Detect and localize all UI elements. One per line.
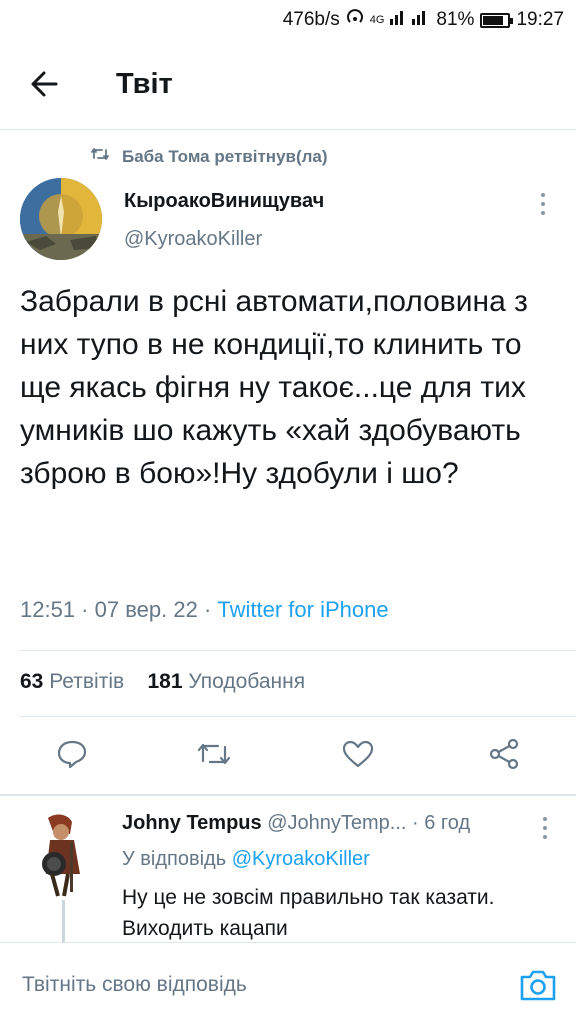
reply-compose-bar: Твітніть свою відповідь [0,942,576,1024]
like-heart-icon[interactable] [338,732,378,776]
network-type: 4G [369,14,385,26]
author-handle[interactable]: @KyroakoKiller [124,228,262,251]
author-avatar[interactable] [20,178,102,260]
battery-icon [480,12,514,28]
likes-label: Уподобання [188,670,306,693]
likes-stat[interactable]: 181 Уподобання [148,670,306,693]
tweet-meta: 12:51 · 07 вер. 22 · Twitter for iPhone [20,597,389,622]
battery-percent: 81% [436,9,475,30]
retweets-stat[interactable]: 63 Ретвітів [20,670,124,693]
reply-icon[interactable] [52,732,92,776]
reply-avatar[interactable] [34,812,94,898]
tweet-time: 12:51 [20,597,76,622]
page-title: Твіт [116,68,173,100]
more-options-icon[interactable] [536,190,550,218]
share-icon[interactable] [484,732,524,776]
hotspot-icon [346,8,364,32]
tweet-date: 07 вер. 22 [94,597,198,622]
tweet-source[interactable]: Twitter for iPhone [217,597,388,622]
back-arrow-icon[interactable] [26,66,66,102]
replying-mention[interactable]: @KyroakoKiller [232,848,370,870]
reply-input[interactable]: Твітніть свою відповідь [22,973,247,997]
replying-to: У відповідь @KyroakoKiller [122,848,370,871]
divider [20,650,576,651]
divider [20,716,576,717]
retweets-count: 63 [20,670,44,693]
signal-icon [390,9,430,31]
retweet-button-icon[interactable] [194,732,234,776]
status-bar: 476b/s 4G 81% 19:27 [0,0,576,38]
reply-header[interactable]: Johny Tempus @JohnyTemp... · 6 год [122,812,470,835]
reply-more-options-icon[interactable] [538,814,552,842]
reply-text: Ну це не зовсім правильно так казати. Ви… [122,886,495,940]
clock: 19:27 [516,9,564,30]
retweets-label: Ретвітів [49,670,125,693]
divider [0,794,576,796]
tweet-actions [0,732,576,782]
retweet-context[interactable]: Баба Тома ретвітнув(ла) [90,146,328,167]
author-name[interactable]: КыроакоВинищувач [124,190,324,213]
top-app-bar: Твіт [0,38,576,130]
tweet-stats: 63 Ретвітів 181 Уподобання [20,670,305,694]
replying-label: У відповідь [122,848,227,870]
retweet-label: Баба Тома ретвітнув(ла) [122,146,328,166]
reply-author-handle: @JohnyTemp... [267,812,407,834]
reply-author-name: Johny Tempus [122,812,262,834]
network-speed: 476b/s [282,9,340,30]
retweet-icon [90,146,110,167]
thread-line [62,900,65,942]
likes-count: 181 [147,670,183,693]
tweet-text: Забрали в рсні автомати,половина з них т… [20,285,528,490]
reply-age: 6 год [424,812,471,834]
status-indicators: 476b/s 4G 81% 19:27 [283,8,564,32]
camera-icon[interactable] [518,967,558,1003]
